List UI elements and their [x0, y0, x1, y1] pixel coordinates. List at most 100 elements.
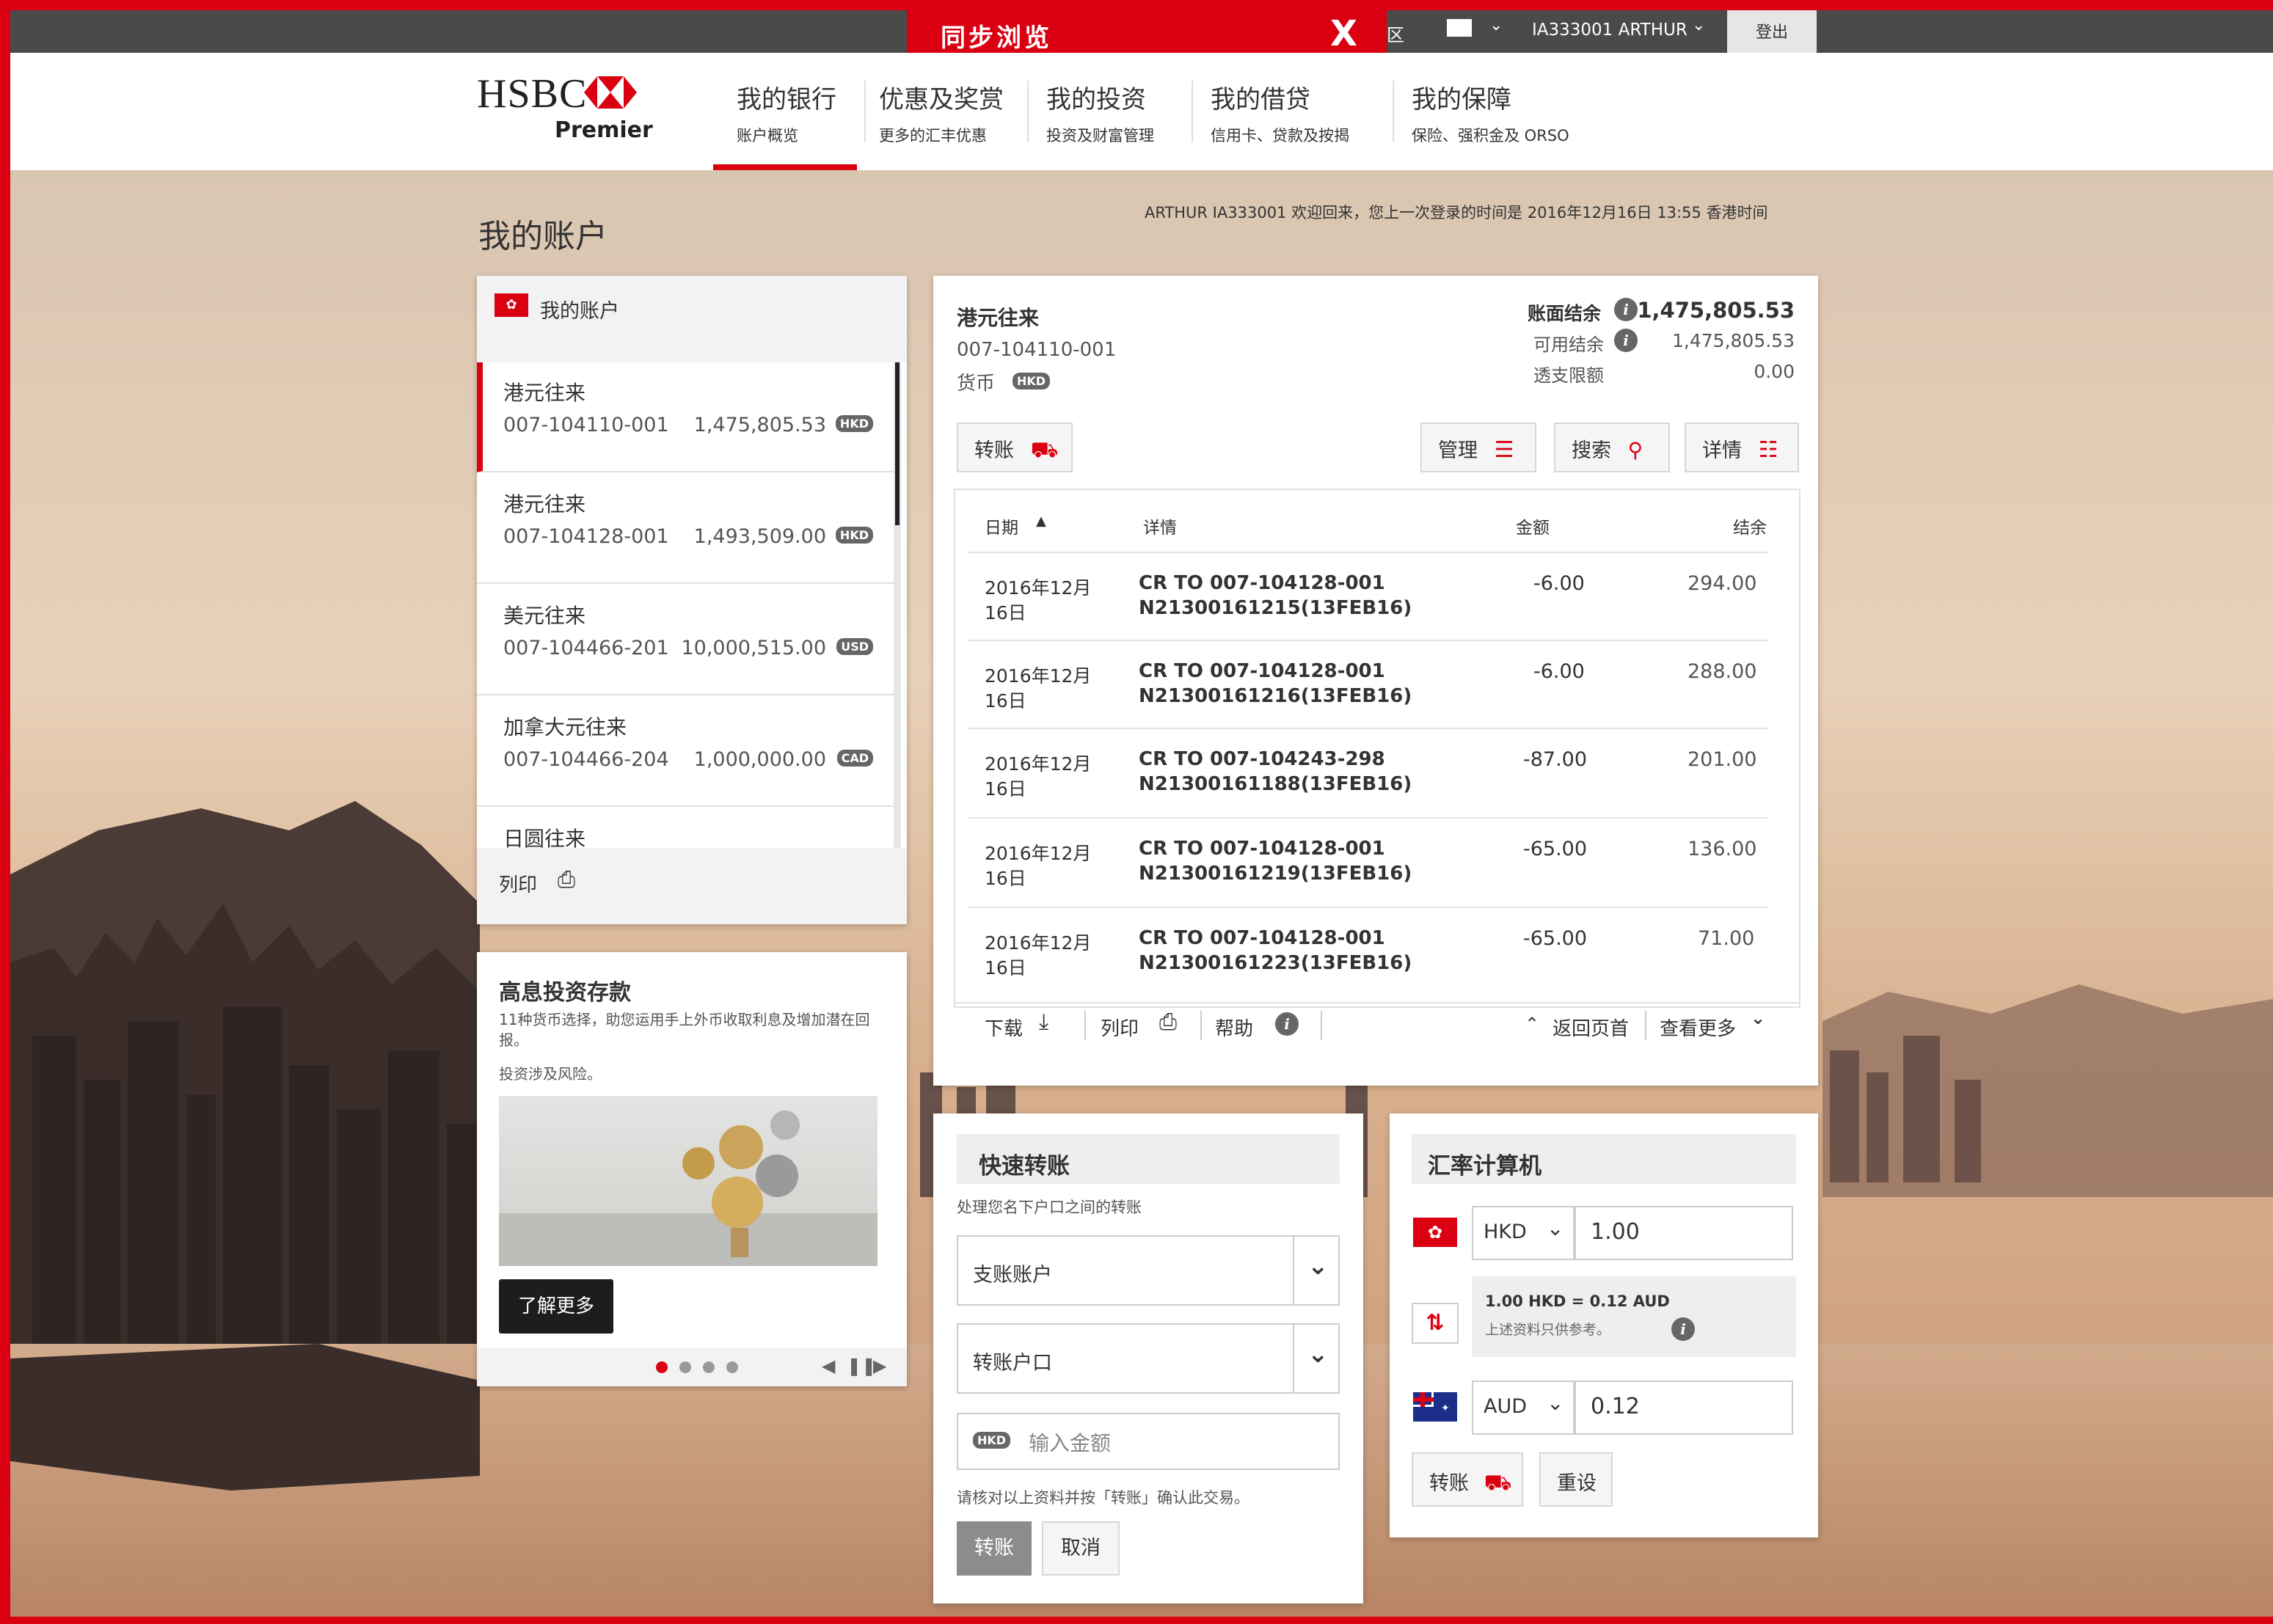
fx-from-amount-input[interactable]: 1.00 — [1575, 1206, 1793, 1260]
search-icon: ⚲ — [1627, 438, 1643, 462]
accounts-print-link[interactable]: 列印 — [499, 870, 537, 897]
user-chevron-down-icon[interactable]: ⌄ — [1692, 16, 1705, 34]
carousel-dot[interactable] — [703, 1361, 715, 1373]
nav-sublabel: 更多的汇丰优惠 — [879, 127, 987, 145]
help-info-icon[interactable]: i — [1275, 1012, 1299, 1036]
mail-chevron-down-icon[interactable]: ⌄ — [1489, 16, 1503, 34]
nav-borrowing[interactable]: 我的借贷 信用卡、贷款及按揭 — [1211, 79, 1349, 146]
help-link[interactable]: 帮助 — [1215, 1014, 1253, 1041]
account-row[interactable]: 港元往来 007-104128-001 1,493,509.00 HKD — [477, 474, 898, 584]
account-row[interactable]: 日圆往来 — [477, 808, 898, 848]
available-balance-value: 1,475,805.53 — [1672, 330, 1795, 351]
hk-flag-icon: ✿ — [1413, 1218, 1457, 1247]
printer-icon[interactable]: ⎙ — [558, 867, 575, 893]
promo-panel: 高息投资存款 11种货币选择，助您运用手上外币收取利息及增加潜在回报。 投资涉及… — [477, 952, 907, 1386]
txn-ref: N21300161188(13FEB16) — [1139, 773, 1412, 795]
sort-asc-icon[interactable]: ▲ — [1036, 513, 1046, 529]
from-account-select[interactable]: 支账账户 ⌄ — [957, 1235, 1340, 1306]
from-account-placeholder: 支账账户 — [973, 1264, 1052, 1287]
nav-label: 我的保障 — [1412, 85, 1511, 114]
hsbc-logo-text[interactable]: HSBC — [477, 70, 587, 117]
nav-my-banking[interactable]: 我的银行 账户概览 — [737, 79, 836, 146]
fx-transfer-button[interactable]: 转账 ⛟ — [1412, 1452, 1523, 1507]
carousel-prev-icon[interactable]: ◀ — [822, 1356, 835, 1376]
logout-button[interactable]: 登出 — [1727, 10, 1817, 53]
fx-from-currency: HKD — [1484, 1221, 1527, 1243]
detail-currency-badge: HKD — [1013, 373, 1051, 389]
account-number: 007-104466-201 — [503, 637, 669, 659]
user-menu[interactable]: IA333001 ARTHUR — [1532, 21, 1688, 40]
carousel-dot[interactable] — [679, 1361, 691, 1373]
to-account-select[interactable]: 转账户口 ⌄ — [957, 1323, 1340, 1394]
currency-badge: USD — [836, 638, 873, 655]
currency-badge: HKD — [835, 415, 873, 432]
col-amount-header: 金额 — [1516, 519, 1550, 538]
fx-rate: 1.00 HKD = 0.12 AUD — [1485, 1292, 1670, 1310]
nav-divider — [1192, 81, 1193, 142]
detail-currency-label: 货币 — [957, 373, 996, 395]
promo-description: 11种货币选择，助您运用手上外币收取利息及增加潜在回报。 — [499, 1011, 870, 1049]
accounts-panel-title: 我的账户 — [540, 300, 619, 323]
fx-rate-note: 上述资料只供参考。 — [1485, 1322, 1611, 1338]
printer-icon[interactable]: ⎙ — [1159, 1009, 1177, 1035]
region-link[interactable]: 区 — [1387, 21, 1404, 46]
accounts-panel-header: ✿ 我的账户 — [477, 276, 907, 362]
col-date-header[interactable]: 日期 — [985, 513, 1018, 538]
fx-to-currency-select[interactable]: AUD ⌄ — [1472, 1380, 1575, 1435]
view-more-link[interactable]: 查看更多 — [1660, 1014, 1736, 1041]
swap-currency-icon[interactable]: ⇅ — [1412, 1303, 1459, 1344]
fx-to-amount-input[interactable]: 0.12 — [1575, 1380, 1793, 1435]
txn-amount: -87.00 — [1523, 748, 1588, 771]
accounts-list: 港元往来 007-104110-001 1,475,805.53 HKD 港元往… — [477, 362, 907, 848]
txn-desc: CR TO 007-104128-001 — [1139, 572, 1385, 594]
col-details-header: 详情 — [1143, 519, 1177, 538]
nav-sublabel: 账户概览 — [737, 127, 798, 145]
chevron-up-icon[interactable]: ⌃ — [1525, 1014, 1539, 1034]
carousel-pause-icon[interactable]: ❚❚ — [847, 1356, 876, 1376]
nav-label: 我的投资 — [1046, 85, 1146, 114]
account-row-selected[interactable]: 港元往来 007-104110-001 1,475,805.53 HKD — [477, 362, 898, 472]
transfer-button[interactable]: 转账 ⛟ — [957, 423, 1073, 472]
footer-divider — [1645, 1011, 1646, 1040]
txn-date: 2016年12月 — [985, 753, 1092, 775]
back-to-top-link[interactable]: 返回页首 — [1553, 1014, 1629, 1041]
txn-date-day: 16日 — [985, 957, 1026, 979]
nav-sublabel: 保险、强积金及 ORSO — [1412, 127, 1569, 145]
table-print-link[interactable]: 列印 — [1101, 1014, 1139, 1041]
transfer-label: 转账 — [974, 439, 1014, 462]
account-row[interactable]: 加拿大元往来 007-104466-204 1,000,000.00 CAD — [477, 697, 898, 807]
account-row[interactable]: 美元往来 007-104466-201 10,000,515.00 USD — [477, 585, 898, 695]
info-icon[interactable]: i — [1671, 1317, 1695, 1341]
info-icon[interactable]: i — [1614, 298, 1638, 321]
search-label: 搜索 — [1572, 439, 1611, 462]
nav-protection[interactable]: 我的保障 保险、强积金及 ORSO — [1412, 79, 1569, 146]
learn-more-button[interactable]: 了解更多 — [499, 1279, 613, 1334]
promo-carousel-controls: ◀ ❚❚ ▶ — [477, 1348, 907, 1386]
details-button[interactable]: 详情 ☷ — [1685, 423, 1799, 472]
quick-transfer-submit-button[interactable]: 转账 — [957, 1521, 1032, 1576]
nav-investments[interactable]: 我的投资 投资及财富管理 — [1046, 79, 1154, 146]
fx-transfer-label: 转账 — [1429, 1472, 1469, 1495]
manage-button[interactable]: 管理 ☰ — [1420, 423, 1536, 472]
quick-transfer-cancel-button[interactable]: 取消 — [1042, 1521, 1120, 1576]
search-button[interactable]: 搜索 ⚲ — [1554, 423, 1670, 472]
cobrowse-close-button[interactable]: X — [1330, 13, 1357, 54]
txn-desc: CR TO 007-104128-001 — [1139, 927, 1385, 949]
carousel-dot[interactable] — [726, 1361, 738, 1373]
accounts-scrollbar-thumb[interactable] — [895, 362, 900, 525]
mail-icon[interactable] — [1447, 19, 1472, 37]
carousel-next-icon[interactable]: ▶ — [873, 1356, 886, 1376]
nav-label: 优惠及奖赏 — [879, 85, 1004, 114]
fx-reset-button[interactable]: 重设 — [1539, 1452, 1613, 1507]
amount-placeholder: 输入金额 — [1029, 1431, 1112, 1455]
download-link[interactable]: 下载 — [985, 1014, 1023, 1041]
accounts-scrollbar-track[interactable] — [894, 362, 901, 848]
txn-desc: CR TO 007-104243-298 — [1139, 748, 1385, 770]
info-icon[interactable]: i — [1614, 329, 1638, 352]
fx-from-currency-select[interactable]: HKD ⌄ — [1472, 1206, 1575, 1260]
nav-offers[interactable]: 优惠及奖赏 更多的汇丰优惠 — [879, 79, 1004, 146]
amount-input[interactable]: HKD 输入金额 — [957, 1413, 1340, 1470]
chevron-down-icon[interactable]: ⌄ — [1751, 1008, 1765, 1028]
download-icon[interactable]: ⤓ — [1039, 1009, 1048, 1035]
carousel-dot-active[interactable] — [656, 1361, 668, 1373]
